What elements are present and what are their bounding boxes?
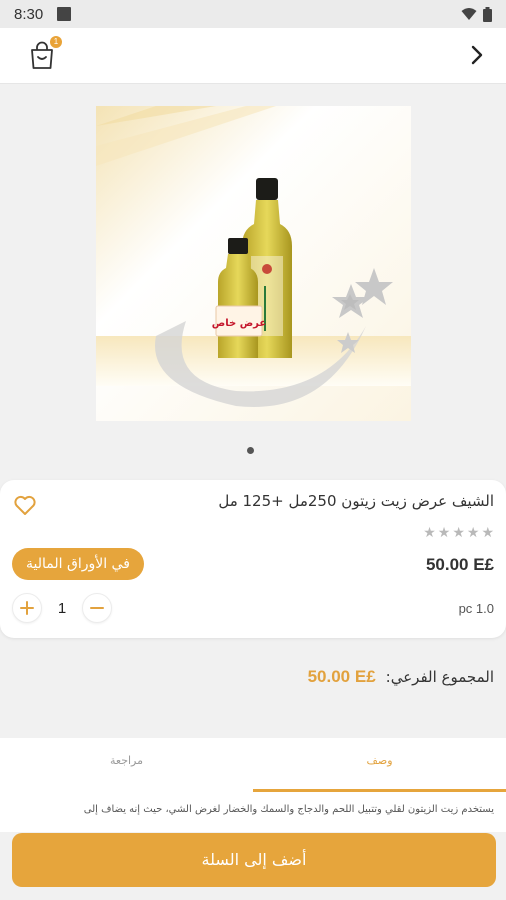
battery-icon [483,6,492,22]
unit-label: pc 1.0 [458,601,494,616]
plus-icon [20,601,34,615]
favorite-button[interactable] [12,492,38,518]
add-to-cart-button[interactable]: أضف إلى السلة [12,833,496,887]
product-image-badge-text: عرض خاص [212,318,266,329]
product-image: عرض خاص [96,106,411,421]
cart-button[interactable]: 1 [26,36,62,72]
notification-icon [57,7,72,21]
tab-description[interactable]: وصف [253,738,506,792]
status-time: 8:30 [14,5,44,23]
star-icon: ★ [452,525,465,541]
product-description: يستخدم زيت الزيتون لقلي وتتبيل اللحم وال… [0,792,506,832]
olive-oil-product-picture: عرض خاص [96,106,411,421]
rating-stars: ★ ★ ★ ★ ★ [423,526,494,540]
gallery-page-indicator [247,447,254,454]
tab-review[interactable]: مراجعة [0,738,253,792]
subtotal-row: المجموع الفرعي: 50.00 E£ [308,667,494,687]
product-tabs: وصف مراجعة [0,738,506,792]
cart-count-badge: 1 [50,36,62,48]
chevron-right-icon [471,45,483,65]
star-icon: ★ [481,525,494,541]
subtotal-amount: 50.00 E£ [307,667,376,686]
product-title: الشيف عرض زيت زيتون 250مل +125 مل [218,492,494,510]
wifi-icon [461,8,477,20]
subtotal-label: المجموع الفرعي: [385,668,494,686]
app-header: 1 [0,28,506,84]
stock-status-badge: في الأوراق المالية [12,548,144,580]
status-bar: 8:30 [0,0,506,28]
star-icon: ★ [437,525,451,541]
quantity-stepper: 1 [12,593,112,623]
quantity-value: 1 [57,599,67,617]
minus-icon [90,607,104,609]
product-info-card: الشيف عرض زيت زيتون 250مل +125 مل ★ ★ ★ … [0,480,506,638]
status-icons [461,6,492,22]
heart-outline-icon [14,495,36,515]
decrease-quantity-button[interactable] [82,593,112,623]
product-price: 50.00 E£ [425,555,494,574]
product-gallery[interactable]: عرض خاص [0,84,506,474]
star-icon: ★ [423,525,436,541]
star-icon: ★ [466,525,480,541]
increase-quantity-button[interactable] [12,593,42,623]
back-button[interactable] [462,40,492,70]
